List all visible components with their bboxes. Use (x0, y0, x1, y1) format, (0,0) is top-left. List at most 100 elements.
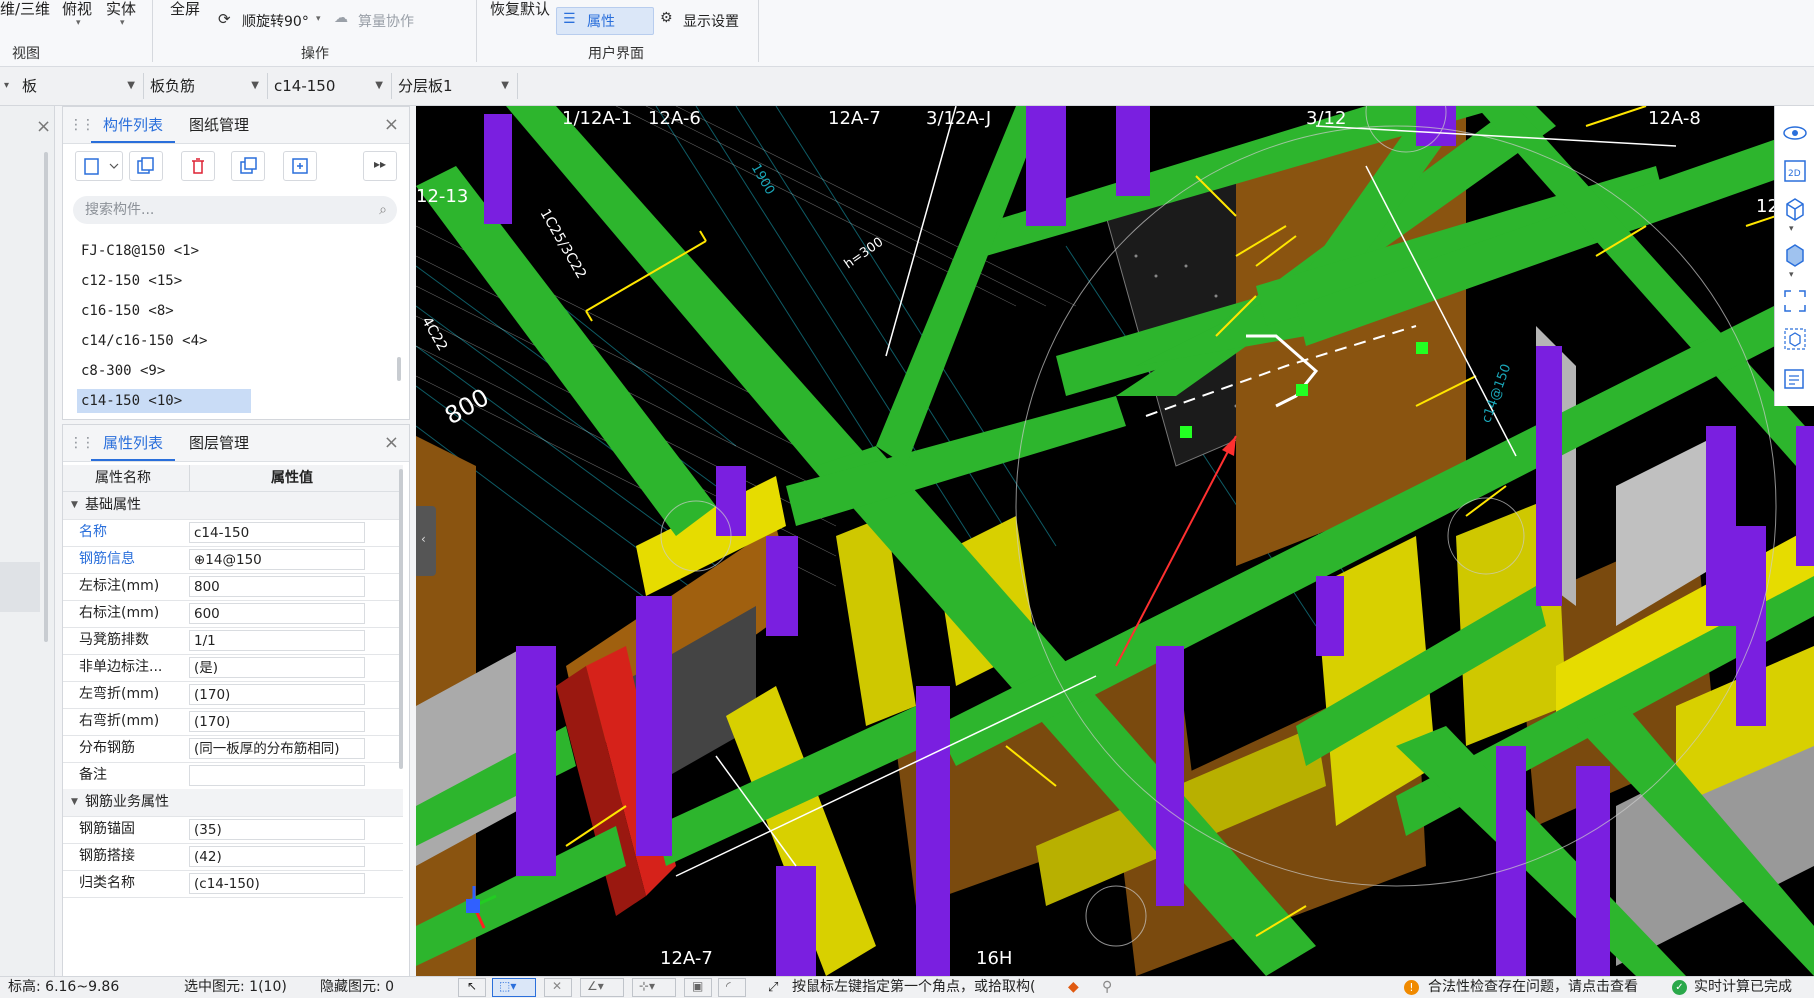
list-item[interactable]: c8-300 <9> (77, 359, 251, 383)
type-select[interactable]: 板负筋 ▼ (144, 73, 268, 99)
drag-handle-icon[interactable]: ⋮⋮ (69, 117, 95, 133)
cross-select-button[interactable]: ✕ (544, 978, 572, 997)
property-name: 左弯折(mm) (79, 686, 160, 702)
duplicate-button[interactable] (231, 151, 265, 181)
nav-selected-item[interactable] (0, 562, 40, 612)
property-value-input[interactable]: 1/1 (189, 630, 365, 651)
search-input[interactable]: 搜索构件... ⌕ (73, 196, 397, 224)
scrollbar[interactable] (397, 357, 401, 381)
extract-button[interactable] (283, 151, 317, 181)
tab-property-list[interactable]: 属性列表 (91, 425, 176, 461)
rect-select-button[interactable]: ⬚▾ (492, 978, 536, 997)
status-bar: 标高: 6.16~9.86 选中图元: 1(10) 隐藏图元: 0 ↖ ⬚▾ ✕… (0, 976, 1814, 998)
chevron-down-icon: ▼ (71, 500, 78, 510)
view-top-button[interactable]: 俯视 (62, 0, 92, 19)
list-item[interactable]: c16-150 <8> (77, 299, 251, 323)
more-button[interactable]: ▸▸ (363, 151, 397, 181)
property-value-input[interactable]: ⊕14@150 (189, 549, 365, 570)
snap-tool-button[interactable]: ⊹▾ (632, 978, 676, 997)
close-icon[interactable]: × (36, 116, 51, 137)
scrollbar[interactable] (399, 469, 403, 769)
tab-layer-management[interactable]: 图层管理 (189, 425, 249, 461)
chevron-down-icon[interactable]: ▾ (316, 14, 321, 24)
component-select[interactable]: c14-150 ▼ (268, 73, 392, 99)
2d-view-icon[interactable]: 2D (1782, 158, 1808, 184)
view-solid-button[interactable]: 实体 (106, 0, 136, 19)
properties-toggle-button[interactable]: ☰ 属性 (556, 7, 654, 35)
property-value-input[interactable]: 800 (189, 576, 365, 597)
close-icon[interactable]: × (384, 114, 399, 135)
property-row: 左标注(mm) 800 (63, 573, 403, 601)
print-tool-button[interactable]: ▣ (684, 978, 712, 997)
snap-icon: ⊹▾ (639, 979, 656, 993)
collapse-panel-handle[interactable]: ‹ (416, 506, 436, 576)
property-row: 非单边标注... (是) (63, 654, 403, 682)
restore-default-button[interactable]: 恢复默认 (490, 0, 550, 19)
view-2d3d-button[interactable]: 维/三维 (0, 0, 50, 19)
display-list-icon[interactable] (1782, 366, 1808, 392)
close-icon[interactable]: × (384, 432, 399, 453)
display-settings-button[interactable]: 显示设置 (683, 11, 739, 31)
fullscreen-button[interactable]: 全屏 (170, 0, 200, 19)
collab-button[interactable]: 算量协作 (358, 11, 414, 31)
tab-component-list[interactable]: 构件列表 (91, 107, 176, 143)
group-header-basic[interactable]: ▼ 基础属性 (63, 492, 403, 520)
search-icon[interactable]: ⌕ (379, 196, 387, 224)
floor-select[interactable]: 板 ▼ (16, 73, 144, 99)
chevron-down-icon[interactable]: ▾ (76, 18, 81, 28)
axis-label: 16H (976, 948, 1013, 969)
chevron-down-icon[interactable]: ▾ (120, 18, 125, 28)
property-value-input[interactable]: (42) (189, 846, 365, 867)
line-tool-button[interactable]: ∠▾ (580, 978, 624, 997)
view-group-label: 视图 (12, 46, 40, 62)
property-name: 右弯折(mm) (79, 713, 160, 729)
property-value-input[interactable]: (同一板厚的分布筋相同) (189, 738, 365, 759)
model-canvas[interactable] (416, 106, 1814, 976)
axis-label: 3/12A-J (926, 108, 992, 129)
property-value-input[interactable] (189, 765, 365, 786)
select-tool-button[interactable]: ↖ (458, 978, 486, 997)
layer-select[interactable]: 分层板1 ▼ (392, 73, 518, 99)
group-label: 基础属性 (85, 497, 141, 513)
layer-select-value: 分层板1 (398, 77, 453, 95)
3d-viewport[interactable]: 1/12A-1 12A-6 12A-7 3/12A-J 3/12 12A-8 1… (416, 106, 1814, 976)
property-panel: ⋮⋮ 属性列表 图层管理 × 属性名称 属性值 ▼ 基础属性 名称 c14-150 … (62, 424, 410, 978)
fit-view-icon[interactable] (1782, 288, 1808, 314)
3d-box-icon[interactable] (1782, 196, 1808, 222)
property-value-input[interactable]: (c14-150) (189, 873, 365, 894)
group-header-rebar[interactable]: ▼ 钢筋业务属性 (63, 789, 403, 817)
scrollbar[interactable] (44, 152, 48, 642)
property-value-input[interactable]: c14-150 (189, 522, 365, 543)
property-value-input[interactable]: (35) (189, 819, 365, 840)
local-3d-icon[interactable] (1782, 326, 1808, 352)
column-divider (189, 465, 190, 491)
new-component-button[interactable] (75, 151, 123, 181)
property-value-input[interactable]: (是) (189, 657, 365, 678)
solid-box-icon[interactable] (1782, 242, 1808, 268)
list-item[interactable]: c14/c16-150 <4> (77, 329, 251, 353)
property-value-input[interactable]: (170) (189, 711, 365, 732)
list-item[interactable]: c12-150 <15> (77, 269, 251, 293)
list-item[interactable]: FJ-C18@150 <1> (77, 239, 251, 263)
chevron-down-icon[interactable]: ▾ (1789, 270, 1794, 280)
property-row: 备注 (63, 762, 403, 790)
arc-tool-button[interactable]: ◜ (718, 978, 746, 997)
chevron-down-icon[interactable]: ▾ (1789, 224, 1794, 234)
list-item-selected[interactable]: c14-150 <10> (77, 389, 251, 413)
orbit-icon[interactable] (1782, 120, 1808, 146)
component-select-value: c14-150 (274, 77, 336, 95)
property-name: 分布钢筋 (79, 740, 135, 756)
help-icon[interactable]: ⚲ (1102, 977, 1112, 998)
delete-button[interactable] (181, 151, 215, 181)
selected-count: 选中图元: 1(10) (184, 979, 287, 995)
rotate-90-button[interactable]: 顺旋转90° (242, 11, 309, 31)
property-value-input[interactable]: (170) (189, 684, 365, 705)
property-row: 归类名称 (c14-150) (63, 870, 403, 898)
drag-handle-icon[interactable]: ⋮⋮ (69, 435, 95, 451)
property-value-input[interactable]: 600 (189, 603, 365, 624)
copy-icon (137, 157, 154, 174)
legality-check-link[interactable]: 合法性检查存在问题，请点击查看 (1428, 977, 1638, 998)
copy-button[interactable] (129, 151, 163, 181)
tab-drawing-management[interactable]: 图纸管理 (189, 107, 249, 143)
chevron-down-icon[interactable]: ▾ (4, 80, 9, 91)
